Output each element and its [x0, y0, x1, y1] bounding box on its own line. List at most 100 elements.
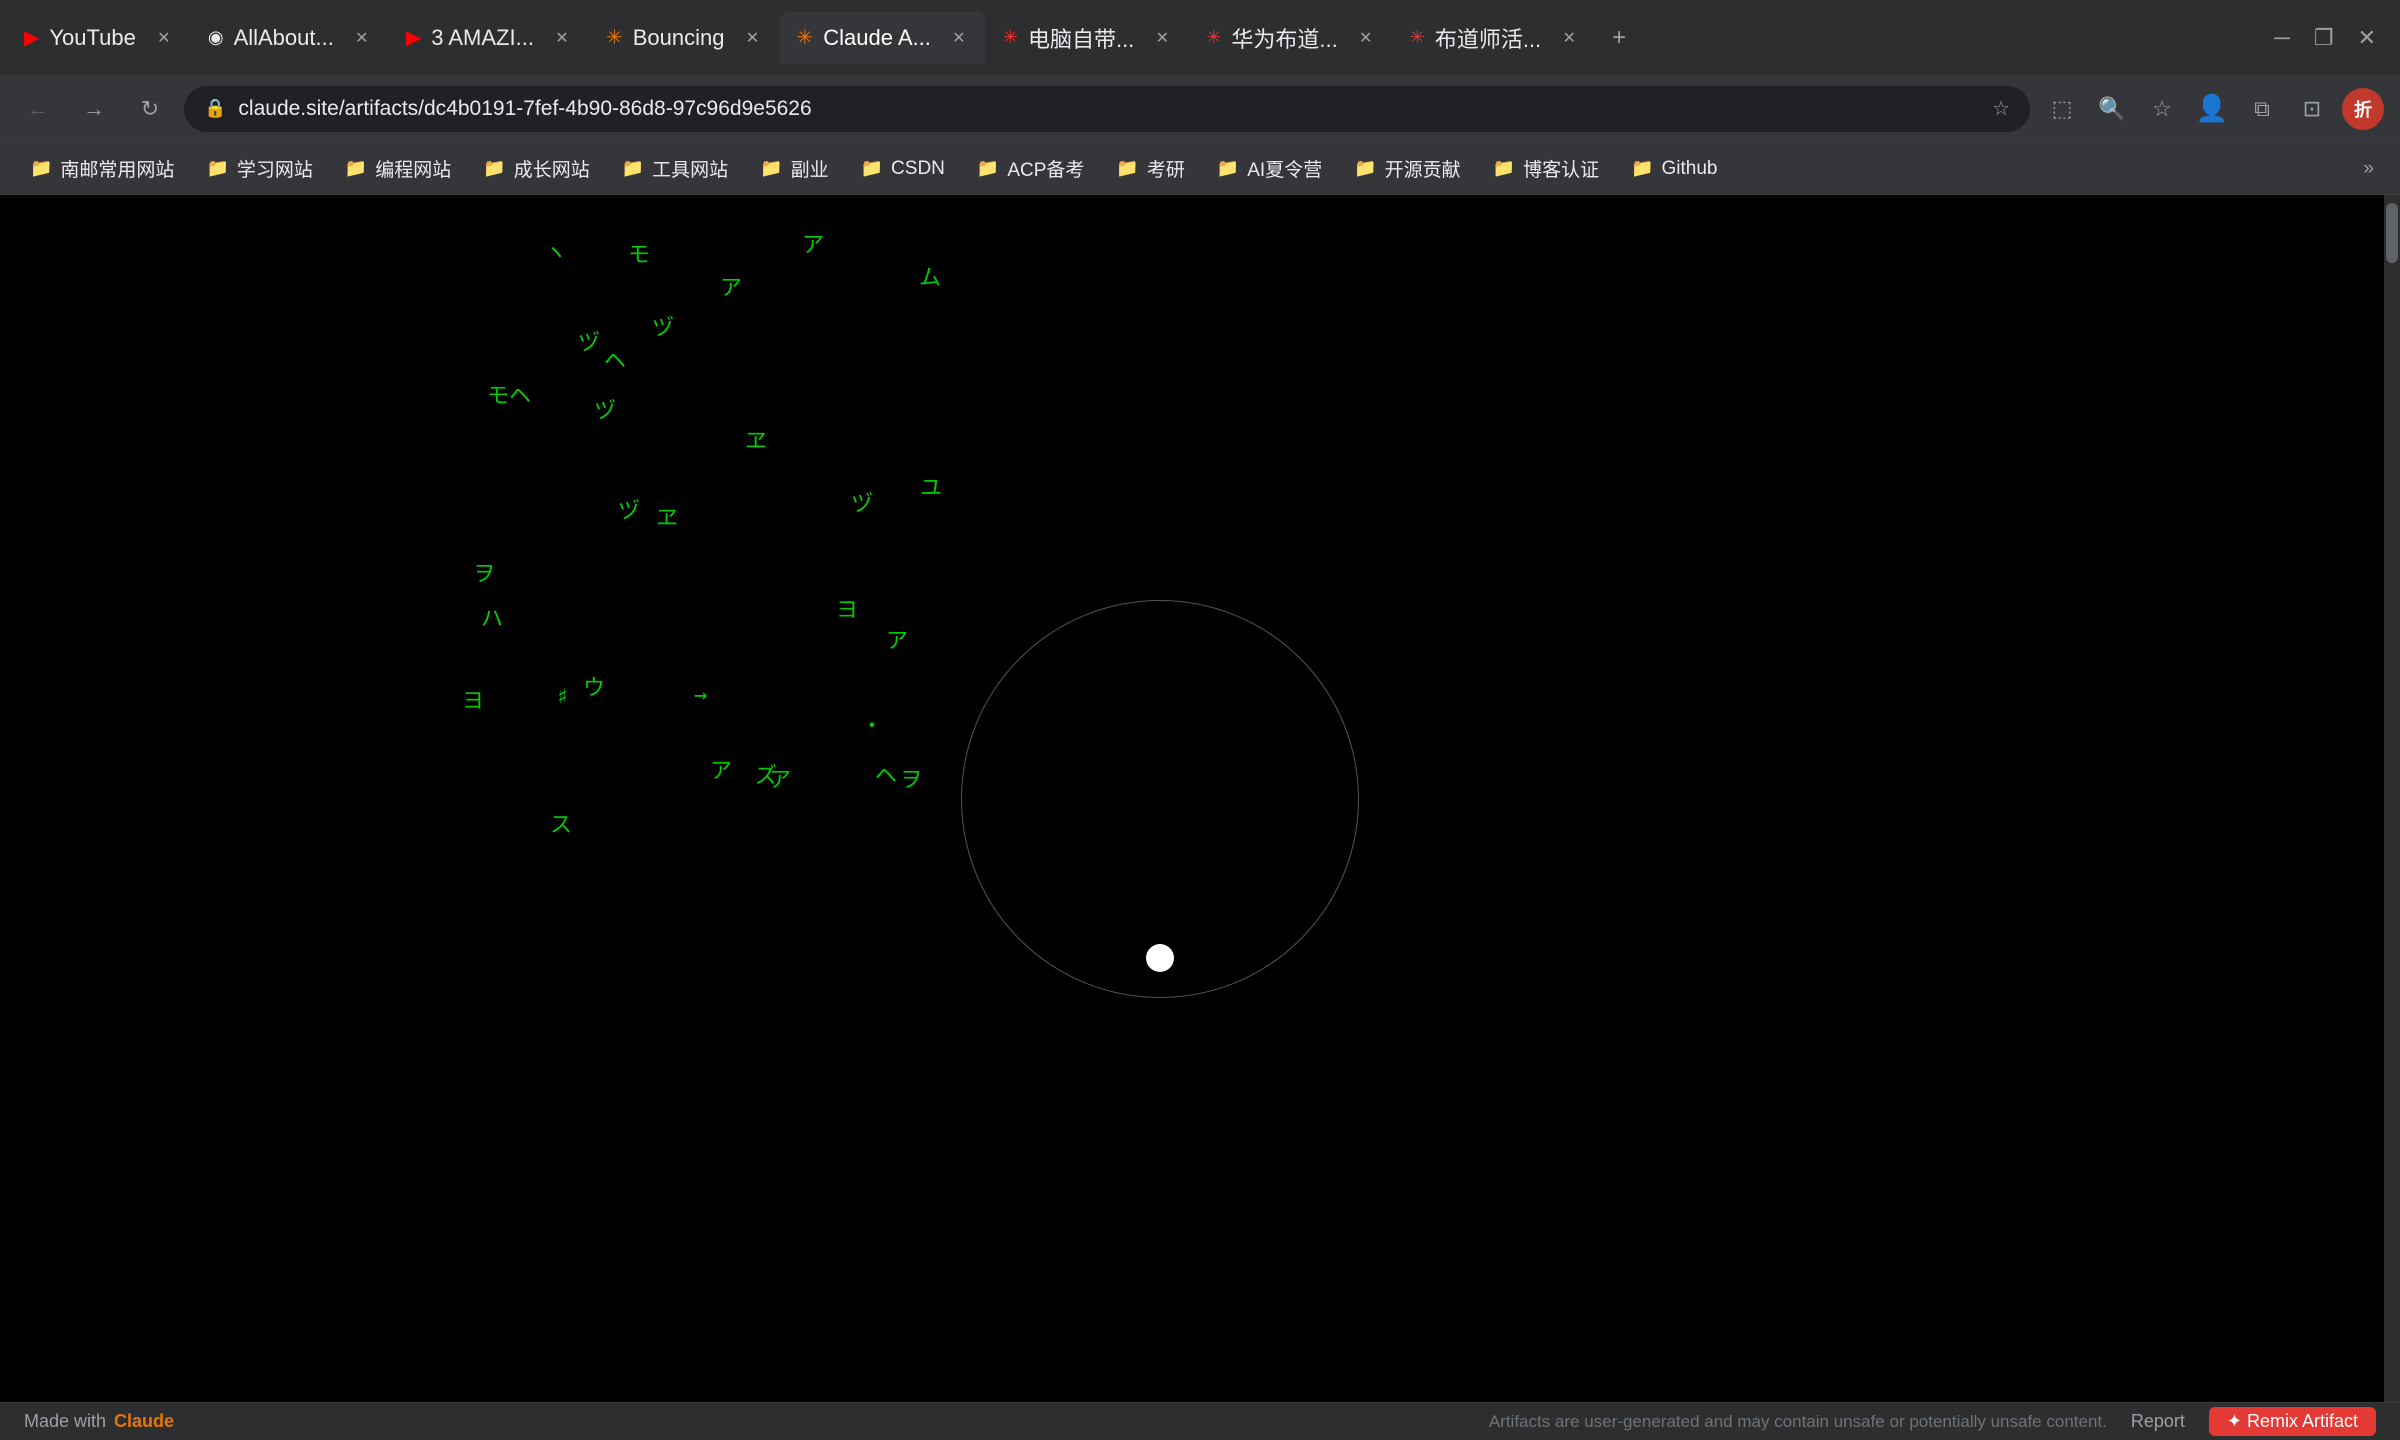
- bookmark-side-label: 副业: [791, 155, 829, 182]
- new-tab-button[interactable]: +: [1597, 16, 1641, 60]
- url-text: claude.site/artifacts/dc4b0191-7fef-4b90…: [238, 97, 1980, 121]
- kana-char: ヱ: [656, 500, 678, 532]
- bookmark-tools-label: 工具网站: [652, 155, 728, 182]
- tab-bouncing-close[interactable]: ✕: [742, 28, 762, 48]
- folder-icon: 📁: [206, 158, 228, 179]
- address-bar[interactable]: 🔒 claude.site/artifacts/dc4b0191-7fef-4b…: [184, 86, 2030, 132]
- folder-icon: 📁: [345, 158, 367, 179]
- folder-icon: 📁: [1116, 158, 1138, 179]
- tab-youtube-close[interactable]: ✕: [154, 28, 174, 48]
- bookmark-study[interactable]: 📁 学习网站: [192, 149, 326, 188]
- folder-icon: 📁: [1631, 158, 1653, 179]
- circle-boundary: [961, 600, 1359, 998]
- dianao-favicon-icon: ✳: [1003, 27, 1018, 48]
- screenshot-icon[interactable]: ⬚: [2042, 89, 2082, 129]
- tab-amaz-label: 3 AMAZI...: [431, 25, 534, 51]
- kana-char: ヘ: [604, 343, 626, 375]
- minimize-button[interactable]: ─: [2274, 25, 2290, 51]
- kana-char: ヨ: [836, 592, 858, 624]
- bookmark-icon[interactable]: ☆: [2142, 89, 2182, 129]
- kana-char: モヘ: [487, 378, 531, 410]
- bookmark-csdn-label: CSDN: [891, 158, 945, 180]
- bookmark-grow-label: 成长网站: [514, 155, 590, 182]
- refresh-button[interactable]: ↻: [128, 87, 172, 131]
- bookmark-oss[interactable]: 📁 开源贡献: [1340, 149, 1474, 188]
- extensions-icon[interactable]: ⧉: [2242, 89, 2282, 129]
- bookmark-nanyu[interactable]: 📁 南邮常用网站: [16, 149, 188, 188]
- bookmark-csdn[interactable]: 📁 CSDN: [847, 152, 959, 186]
- bookmark-oss-label: 开源贡献: [1385, 155, 1461, 182]
- kana-char: ヨ: [462, 683, 484, 715]
- kana-char: ウ: [583, 670, 605, 702]
- tab-amaz[interactable]: ▶ 3 AMAZI... ✕: [390, 12, 588, 64]
- amaz-favicon-icon: ▶: [406, 25, 421, 50]
- tab-claude[interactable]: ✳ Claude A... ✕: [780, 12, 984, 64]
- kana-char: ヱ: [745, 423, 767, 455]
- back-button[interactable]: ←: [16, 87, 60, 131]
- lock-icon: 🔒: [204, 98, 226, 119]
- remix-artifact-button[interactable]: ✦ Remix Artifact: [2209, 1407, 2376, 1436]
- folder-icon: 📁: [861, 158, 883, 179]
- claude-favicon-icon: ✳: [796, 25, 813, 50]
- profile-icon[interactable]: 👤: [2192, 89, 2232, 129]
- kana-char: ム: [919, 260, 941, 292]
- kana-char: ヘ: [875, 758, 897, 790]
- tab-bouncing[interactable]: ✳ Bouncing ✕: [590, 12, 779, 64]
- bookmark-github[interactable]: 📁 Github: [1617, 152, 1731, 186]
- budao-favicon-icon: ✳: [1410, 27, 1425, 48]
- tab-budao[interactable]: ✳ 布道师活... ✕: [1394, 12, 1595, 64]
- bouncing-favicon-icon: ✳: [606, 25, 623, 50]
- tab-manager-icon[interactable]: ⊡: [2292, 89, 2332, 129]
- bookmark-blog[interactable]: 📁 博客认证: [1479, 149, 1613, 188]
- tab-dianao-close[interactable]: ✕: [1152, 28, 1172, 48]
- tab-hua1-close[interactable]: ✕: [1356, 28, 1376, 48]
- tab-github[interactable]: ◉ AllAbout... ✕: [192, 12, 388, 64]
- white-ball: [1146, 944, 1174, 972]
- close-button[interactable]: ✕: [2358, 25, 2376, 51]
- omnibox-bar: ← → ↻ 🔒 claude.site/artifacts/dc4b0191-7…: [0, 75, 2400, 143]
- bookmarks-more-button[interactable]: »: [2353, 152, 2384, 186]
- kana-char: ヅ: [578, 325, 600, 357]
- scrollbar-thumb[interactable]: [2386, 203, 2398, 263]
- kana-char: ア: [802, 227, 824, 259]
- bookmark-star-icon[interactable]: ☆: [1992, 96, 2010, 121]
- status-bar: Made with Claude Artifacts are user-gene…: [0, 1402, 2400, 1440]
- tab-budao-close[interactable]: ✕: [1559, 28, 1579, 48]
- status-left: Made with Claude: [24, 1411, 174, 1432]
- scrollbar[interactable]: [2384, 195, 2400, 1402]
- tab-youtube[interactable]: ▶ YouTube ✕: [8, 12, 190, 64]
- hua1-favicon-icon: ✳: [1206, 27, 1221, 48]
- folder-icon: 📁: [977, 158, 999, 179]
- bookmark-grow[interactable]: 📁 成长网站: [469, 149, 603, 188]
- left-panel: [0, 195, 455, 1402]
- tab-github-close[interactable]: ✕: [352, 28, 372, 48]
- tab-github-label: AllAbout...: [234, 25, 334, 51]
- bookmark-github-label: Github: [1662, 158, 1718, 180]
- kana-char: ヲ: [473, 556, 495, 588]
- bookmark-code[interactable]: 📁 编程网站: [331, 149, 465, 188]
- bookmark-study-label: 学习网站: [237, 155, 313, 182]
- account-button[interactable]: 折: [2342, 88, 2384, 130]
- youtube-favicon-icon: ▶: [24, 25, 39, 50]
- tab-youtube-label: YouTube: [49, 25, 135, 51]
- made-with-label: Made with: [24, 1411, 106, 1432]
- bookmark-ai[interactable]: 📁 AI夏令营: [1203, 149, 1336, 188]
- bookmarks-bar: 📁 南邮常用网站 📁 学习网站 📁 编程网站 📁 成长网站 📁 工具网站 📁 副…: [0, 143, 2400, 195]
- bookmark-acp[interactable]: 📁 ACP备考: [963, 149, 1099, 188]
- bookmark-side[interactable]: 📁 副业: [746, 149, 842, 188]
- maximize-button[interactable]: ❐: [2314, 25, 2334, 51]
- bookmark-code-label: 编程网站: [375, 155, 451, 182]
- tab-budao-label: 布道师活...: [1435, 22, 1541, 54]
- kana-char: ス: [550, 807, 572, 839]
- tab-hua1[interactable]: ✳ 华为布道... ✕: [1190, 12, 1391, 64]
- forward-button[interactable]: →: [72, 87, 116, 131]
- tab-dianao[interactable]: ✳ 电脑自带... ✕: [987, 12, 1188, 64]
- report-button[interactable]: Report: [2131, 1411, 2185, 1432]
- tab-claude-close[interactable]: ✕: [949, 28, 969, 48]
- kana-char: ヲ: [900, 762, 922, 794]
- bookmark-tools[interactable]: 📁 工具网站: [608, 149, 742, 188]
- tab-amaz-close[interactable]: ✕: [552, 28, 572, 48]
- github-favicon-icon: ◉: [208, 27, 224, 48]
- zoom-icon[interactable]: 🔍: [2092, 89, 2132, 129]
- bookmark-kaoyan[interactable]: 📁 考研: [1102, 149, 1198, 188]
